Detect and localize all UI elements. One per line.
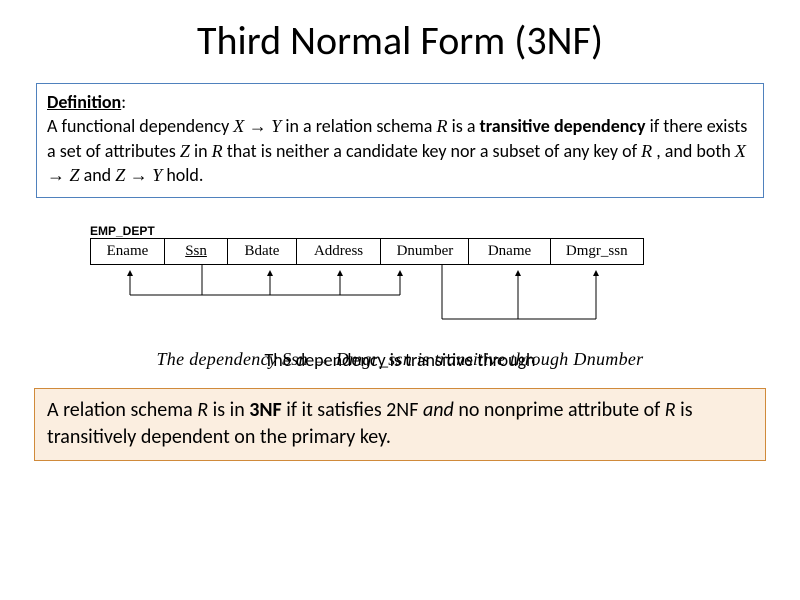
def-text: in a relation schema — [285, 115, 436, 137]
fd-x-y: X → Y — [233, 116, 281, 136]
rel-R: R — [437, 116, 448, 136]
attr-dname: Dname — [469, 239, 550, 264]
slide-title: Third Normal Form (3NF) — [0, 16, 800, 65]
def-text: that is neither a candidate key nor a su… — [227, 140, 641, 162]
fd-diagram — [90, 265, 650, 339]
transitive-note: The dependency Ssn → Dmgr_ssn is transit… — [0, 349, 800, 370]
bot-text: no nonprime attribute of — [458, 398, 664, 422]
def-text: hold. — [166, 164, 203, 186]
attr-ename: Ename — [91, 239, 165, 264]
attr-bdate: Bdate — [228, 239, 297, 264]
term-transitive-dependency: transitive dependency — [480, 115, 646, 137]
def-text: A functional dependency — [47, 115, 233, 137]
bot-text: A relation schema — [47, 398, 197, 422]
def-text: is a — [452, 115, 480, 137]
attr-dmgrssn: Dmgr_ssn — [551, 239, 643, 264]
tnf-definition-box: A relation schema R is in 3NF if it sati… — [34, 388, 766, 461]
and-italic: and — [423, 398, 454, 422]
attr-ssn: Ssn — [165, 239, 228, 264]
relation-schema: Ename Ssn Bdate Address Dnumber Dname Dm… — [90, 238, 644, 265]
attr-address: Address — [297, 239, 382, 264]
def-text: , and both — [656, 140, 735, 162]
rel-R: R — [197, 398, 208, 422]
set-Z: Z — [180, 141, 190, 161]
term-3nf: 3NF — [249, 398, 282, 422]
schema-figure: EMP_DEPT Ename Ssn Bdate Address Dnumber… — [0, 224, 800, 339]
relation-name: EMP_DEPT — [90, 224, 800, 238]
def-text: in — [194, 140, 212, 162]
slide: Third Normal Form (3NF) Definition: A fu… — [0, 0, 800, 600]
rel-R: R — [212, 141, 223, 161]
bot-text: if it satisfies 2NF — [286, 398, 423, 422]
definition-box: Definition: A functional dependency X → … — [36, 83, 764, 198]
note-front: The dependency is transitive through — [0, 349, 800, 371]
bot-text: is in — [213, 398, 250, 422]
rel-R: R — [665, 398, 676, 422]
attr-dnumber: Dnumber — [381, 239, 469, 264]
definition-label: Definition — [47, 91, 121, 113]
rel-R: R — [641, 141, 652, 161]
fd-z-y: Z → Y — [115, 165, 162, 185]
def-text: and — [84, 164, 116, 186]
